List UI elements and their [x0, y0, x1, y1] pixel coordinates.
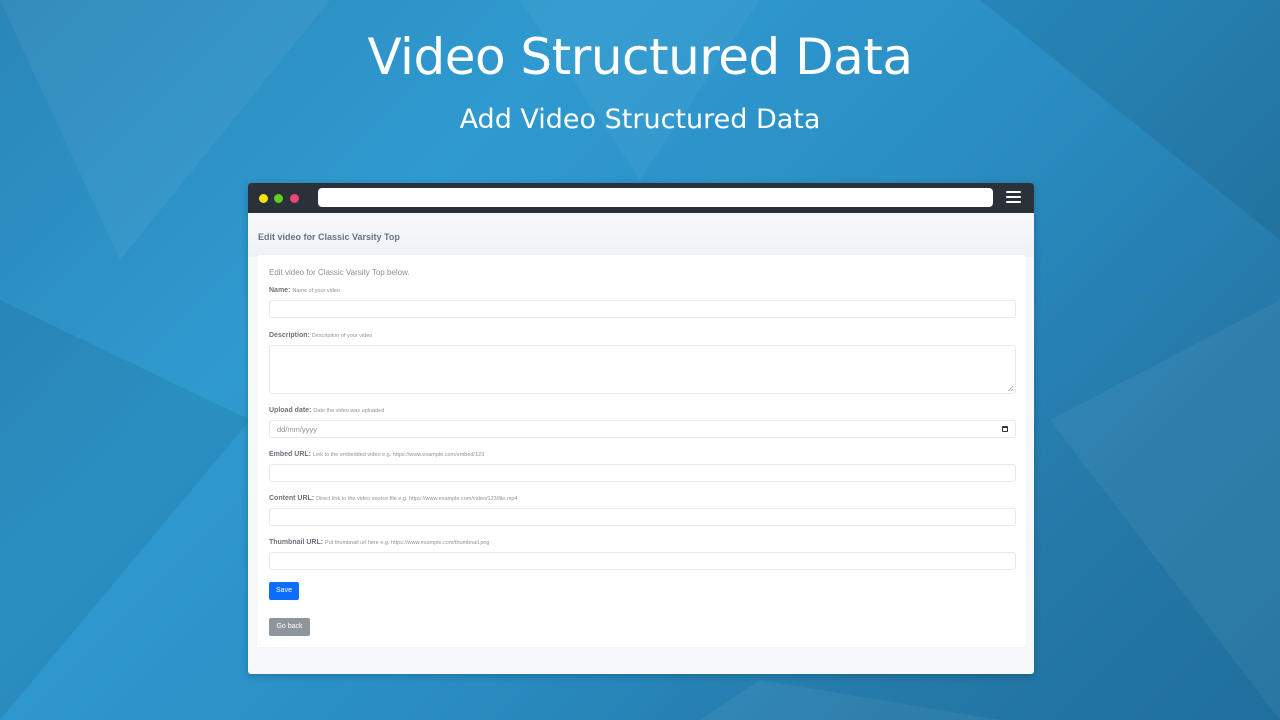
hero-title: Video Structured Data	[367, 28, 913, 86]
hero-subtitle: Add Video Structured Data	[459, 104, 821, 135]
page-title: Edit video for Classic Varsity Top	[248, 213, 1034, 257]
date-placeholder: dd/mm/yyyy	[277, 425, 318, 434]
hamburger-menu-icon[interactable]	[1006, 191, 1021, 205]
content-url-label: Content URL: Direct link to the video so…	[269, 495, 518, 502]
label-hint: Description of your video	[311, 333, 373, 339]
content-url-input[interactable]	[269, 508, 1016, 526]
label-text: Upload date:	[269, 407, 312, 414]
label-hint: Direct link to the video source file e.g…	[316, 496, 518, 502]
address-bar[interactable]	[318, 188, 993, 207]
label-hint: Name of your video	[292, 288, 341, 294]
browser-window: Edit video for Classic Varsity Top Edit …	[248, 183, 1034, 674]
label-text: Name:	[269, 287, 291, 294]
upload-date-label: Upload date: Date the video was uploaded	[269, 407, 384, 414]
description-label: Description: Description of your video	[269, 332, 372, 339]
label-hint: Put thumbnail url here e.g. https://www.…	[325, 540, 490, 546]
label-text: Description:	[269, 332, 310, 339]
embed-url-input[interactable]	[269, 464, 1016, 482]
name-label: Name: Name of your video	[269, 287, 340, 294]
resize-handle-icon[interactable]	[1008, 386, 1013, 391]
label-text: Content URL:	[269, 495, 315, 502]
upload-date-input[interactable]: dd/mm/yyyy	[269, 420, 1016, 438]
edit-form-card: Edit video for Classic Varsity Top below…	[257, 255, 1026, 647]
maximize-dot-icon[interactable]	[274, 194, 283, 203]
name-input[interactable]	[269, 300, 1016, 318]
thumbnail-url-input[interactable]	[269, 552, 1016, 570]
label-text: Thumbnail URL:	[269, 539, 324, 546]
label-hint: Link to the embedded video e.g. https://…	[312, 452, 485, 458]
calendar-icon[interactable]	[1002, 426, 1008, 432]
thumbnail-url-label: Thumbnail URL: Put thumbnail url here e.…	[269, 539, 490, 546]
minimize-dot-icon[interactable]	[259, 194, 268, 203]
description-textarea[interactable]	[269, 345, 1016, 394]
embed-url-label: Embed URL: Link to the embedded video e.…	[269, 451, 484, 458]
browser-titlebar	[248, 183, 1034, 213]
save-button[interactable]: Save	[269, 582, 299, 600]
label-text: Embed URL:	[269, 451, 311, 458]
form-intro: Edit video for Classic Varsity Top below…	[269, 268, 410, 277]
go-back-button[interactable]: Go back	[269, 618, 310, 636]
label-hint: Date the video was uploaded	[313, 408, 385, 414]
close-dot-icon[interactable]	[290, 194, 299, 203]
